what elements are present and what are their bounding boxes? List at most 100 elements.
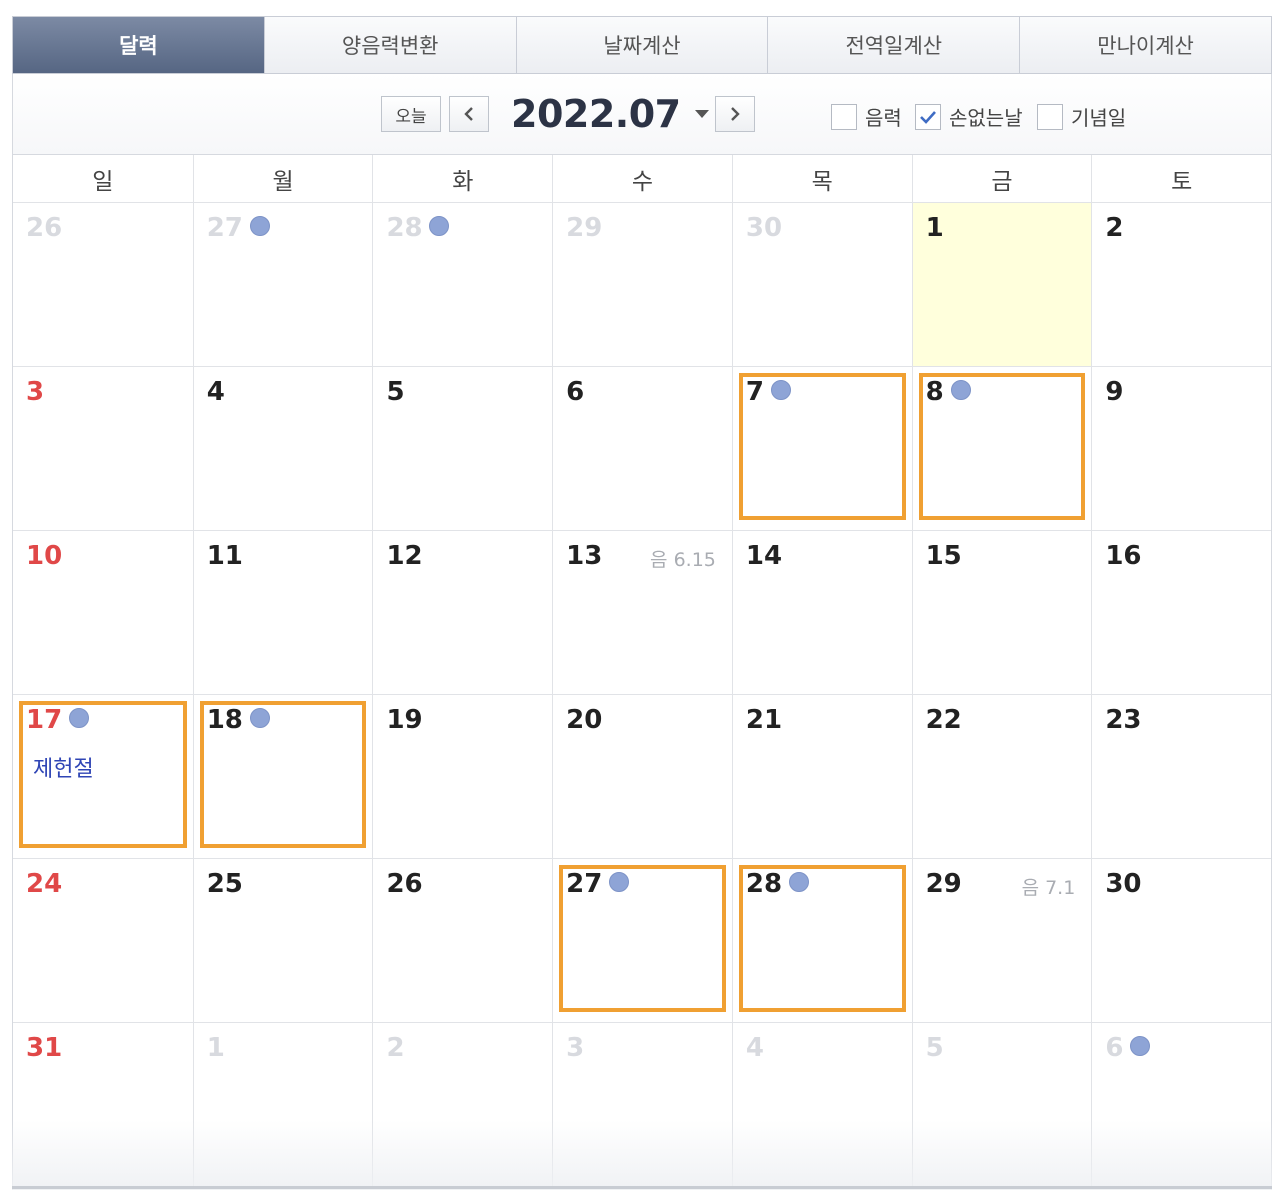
day-cell[interactable]: 28 [731, 859, 912, 1022]
day-number: 27 [566, 869, 603, 899]
tab-lunar-conversion[interactable]: 양음력변환 [263, 17, 516, 73]
day-cell[interactable]: 16 [1091, 531, 1271, 694]
day-cell[interactable]: 17 제헌절 [13, 695, 193, 858]
day-number: 5 [386, 377, 405, 407]
day-number: 18 [206, 705, 243, 735]
day-cell[interactable]: 22 [911, 695, 1092, 858]
lunar-date: 음 7.1 [1021, 877, 1076, 899]
day-cell[interactable]: 2 [1091, 203, 1271, 366]
weekday-mon: 월 [192, 155, 373, 202]
week-row: 10 11 12 13 음 6.15 14 15 16 [13, 531, 1271, 695]
week-row: 3 4 5 6 7 8 9 [13, 367, 1271, 531]
day-number: 2 [386, 1033, 405, 1063]
day-cell[interactable]: 24 [13, 859, 193, 1022]
no-loss-day-dot-icon [69, 708, 89, 728]
month-calendar: 일 월 화 수 목 금 토 26 27 28 29 30 1 2 3 4 5 6 7 8 9 10 11 12 1… [12, 154, 1272, 1190]
no-loss-day-dot-icon [950, 380, 971, 400]
day-number: 3 [26, 377, 45, 407]
option-no-loss-day[interactable]: 손없는날 [915, 102, 1023, 131]
day-number: 3 [566, 1033, 585, 1063]
lunar-date: 음 6.15 [650, 549, 716, 571]
day-number: 29 [566, 213, 603, 243]
day-number: 1 [206, 1033, 225, 1063]
no-loss-day-dot-icon [249, 216, 270, 236]
day-cell[interactable]: 14 [731, 531, 912, 694]
day-number: 16 [1105, 541, 1142, 571]
day-cell[interactable]: 11 [192, 531, 373, 694]
day-cell[interactable]: 5 [372, 367, 552, 530]
day-cell[interactable]: 30 [1091, 859, 1271, 1022]
day-cell[interactable]: 21 [731, 695, 912, 858]
day-cell[interactable]: 23 [1091, 695, 1271, 858]
day-cell[interactable]: 15 [911, 531, 1092, 694]
day-cell[interactable]: 29 음 7.1 [911, 859, 1092, 1022]
tab-calendar[interactable]: 달력 [13, 17, 264, 73]
day-number: 9 [1105, 377, 1124, 407]
day-cell[interactable]: 3 [13, 367, 193, 530]
day-number: 29 [925, 869, 962, 899]
day-cell[interactable]: 6 [552, 367, 732, 530]
day-number: 22 [925, 705, 962, 735]
day-cell[interactable]: 30 [731, 203, 912, 366]
tab-age-calculation[interactable]: 만나이계산 [1019, 17, 1271, 73]
day-cell[interactable]: 1 [192, 1023, 373, 1186]
day-cell[interactable]: 31 [13, 1023, 193, 1186]
day-cell[interactable]: 13 음 6.15 [552, 531, 732, 694]
no-loss-day-label: 손없는날 [949, 106, 1023, 130]
no-loss-day-checkbox[interactable] [915, 103, 941, 130]
day-cell[interactable]: 5 [911, 1023, 1092, 1186]
day-cell[interactable]: 7 [731, 367, 912, 530]
no-loss-day-dot-icon [770, 380, 791, 400]
anniversary-checkbox[interactable] [1037, 103, 1063, 130]
option-anniversary[interactable]: 기념일 [1037, 102, 1126, 131]
day-cell[interactable]: 26 [372, 859, 552, 1022]
day-cell[interactable]: 10 [13, 531, 193, 694]
option-lunar[interactable]: 음력 [831, 102, 902, 131]
weekday-fri: 금 [911, 155, 1092, 202]
no-loss-day-dot-icon [1130, 1036, 1151, 1056]
no-loss-day-dot-icon [788, 872, 809, 892]
today-button[interactable]: 오늘 [381, 96, 441, 132]
day-number: 25 [206, 869, 243, 899]
day-number: 5 [925, 1033, 944, 1063]
day-cell[interactable]: 26 [13, 203, 193, 366]
day-number: 6 [566, 377, 585, 407]
day-cell[interactable]: 8 [911, 367, 1092, 530]
day-cell[interactable]: 2 [372, 1023, 552, 1186]
day-cell[interactable]: 27 [552, 859, 732, 1022]
tab-date-calculation[interactable]: 날짜계산 [515, 17, 768, 73]
day-cell[interactable]: 25 [192, 859, 373, 1022]
day-number: 8 [925, 377, 944, 407]
day-cell[interactable]: 29 [552, 203, 732, 366]
day-cell[interactable]: 9 [1091, 367, 1271, 530]
prev-month-button[interactable] [449, 96, 489, 132]
day-cell[interactable]: 27 [192, 203, 373, 366]
day-number: 6 [1105, 1033, 1124, 1063]
day-cell[interactable]: 18 [192, 695, 373, 858]
day-cell[interactable]: 19 [372, 695, 552, 858]
day-cell[interactable]: 3 [552, 1023, 732, 1186]
day-cell[interactable]: 6 [1091, 1023, 1271, 1186]
day-cell[interactable]: 28 [372, 203, 552, 366]
day-number: 23 [1105, 705, 1142, 735]
day-cell[interactable]: 20 [552, 695, 732, 858]
day-number: 26 [386, 869, 423, 899]
no-loss-day-dot-icon [609, 872, 630, 892]
day-number: 24 [26, 869, 63, 899]
weeks-grid: 26 27 28 29 30 1 2 3 4 5 6 7 8 9 10 11 12 13 음 6.15 14 15 16 1… [13, 203, 1271, 1187]
day-number: 27 [206, 213, 243, 243]
day-number: 30 [1105, 869, 1142, 899]
day-cell[interactable]: 4 [192, 367, 373, 530]
day-number: 14 [745, 541, 783, 571]
day-number: 2 [1105, 213, 1124, 243]
chevron-right-icon [731, 107, 740, 121]
day-cell[interactable]: 1 [911, 203, 1092, 366]
lunar-checkbox[interactable] [831, 103, 857, 130]
month-selector[interactable]: 2022.07 [511, 92, 709, 136]
tab-discharge-calculation[interactable]: 전역일계산 [767, 17, 1020, 73]
lunar-label: 음력 [865, 106, 902, 130]
next-month-button[interactable] [715, 96, 755, 132]
day-cell[interactable]: 4 [731, 1023, 912, 1186]
day-number: 7 [745, 377, 764, 407]
day-cell[interactable]: 12 [372, 531, 552, 694]
